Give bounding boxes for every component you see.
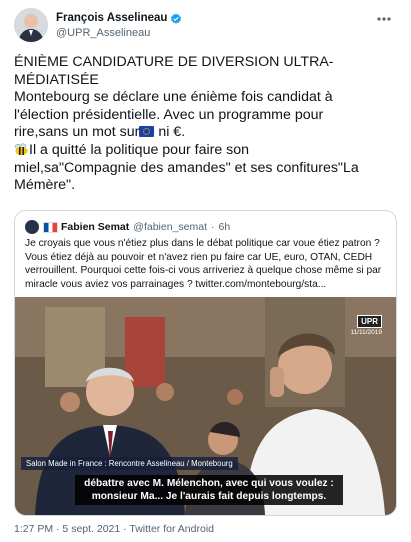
subtitle-line: monsieur Ma... Je l'aurais fait depuis l… [91, 491, 327, 502]
video-subtitles: débattre avec M. Mélenchon, avec qui vou… [75, 475, 343, 505]
author-avatar[interactable] [14, 8, 48, 42]
video-caption: Salon Made in France : Rencontre Asselin… [21, 457, 238, 470]
quoted-tweet-text: Je croyais que vous n'étiez plus dans le… [25, 237, 391, 291]
quoted-author-name: Fabien Semat [61, 221, 130, 233]
quoted-author-handle: @fabien_semat [133, 221, 207, 233]
tweet-line-part: rire,sans un mot sur [14, 124, 140, 141]
quoted-line: Vous étiez déjà au pouvoir et n'avez rie… [25, 251, 373, 263]
tweet-line: Montebourg se déclare une énième fois ca… [14, 89, 333, 106]
quoted-author-avatar [25, 220, 39, 234]
france-flag-icon [43, 221, 58, 233]
video-date: 11/11/2019 [350, 329, 382, 336]
verified-badge-icon [170, 12, 182, 24]
tweet-card: François Asselineau @UPR_Asselineau ÉNIÈ… [0, 0, 411, 542]
bee-icon [14, 143, 29, 156]
quoted-line: miracle vous aviez vos parrainages ? twi… [25, 278, 327, 290]
quoted-tweet-header: Fabien Semat @fabien_semat · 6h [25, 220, 230, 234]
tweet-line: MÉDIATISÉE [14, 71, 99, 88]
separator-dot: · [210, 221, 215, 233]
author-name[interactable]: François Asselineau [56, 12, 167, 24]
eu-flag-icon [139, 126, 155, 138]
tweet-line-part: Il a quitté la politique pour faire son [29, 141, 250, 158]
quoted-video[interactable]: UPR 11/11/2019 Salon Made in France : Re… [15, 297, 396, 515]
quoted-time: 6h [218, 221, 231, 233]
quoted-line: Je croyais que vous n'étiez plus dans le… [25, 238, 380, 249]
author-handle[interactable]: @UPR_Asselineau [56, 27, 150, 39]
tweet-line: miel,sa"Compagnie des amandes" et ses co… [14, 159, 359, 176]
tweet-text: ÉNIÈME CANDIDATURE DE DIVERSION ULTRA- M… [14, 54, 394, 195]
tweet-header: François Asselineau @UPR_Asselineau [14, 8, 398, 44]
tweet-line: Mémère". [14, 177, 76, 194]
tweet-line: ÉNIÈME CANDIDATURE DE DIVERSION ULTRA- [14, 54, 334, 70]
quoted-tweet[interactable]: Fabien Semat @fabien_semat · 6h Je croya… [14, 210, 397, 516]
quoted-line: verrouillent. Pourquoi cette fois-ci vou… [25, 265, 382, 277]
video-channel-badge: UPR [357, 315, 382, 328]
tweet-line-part: ni €. [154, 124, 186, 141]
author-name-row: François Asselineau [56, 12, 182, 24]
more-options-icon[interactable] [374, 12, 394, 26]
tweet-line-with-bee: Il a quitté la politique pour faire son [14, 142, 394, 160]
subtitle-line: débattre avec M. Mélenchon, avec qui vou… [84, 478, 334, 489]
tweet-line: l'élection présidentielle. Avec un progr… [14, 106, 324, 123]
tweet-timestamp[interactable]: 1:27 PM · 5 sept. 2021 · Twitter for And… [14, 523, 214, 535]
tweet-line-with-flag: rire,sans un mot sur ni €. [14, 124, 394, 142]
